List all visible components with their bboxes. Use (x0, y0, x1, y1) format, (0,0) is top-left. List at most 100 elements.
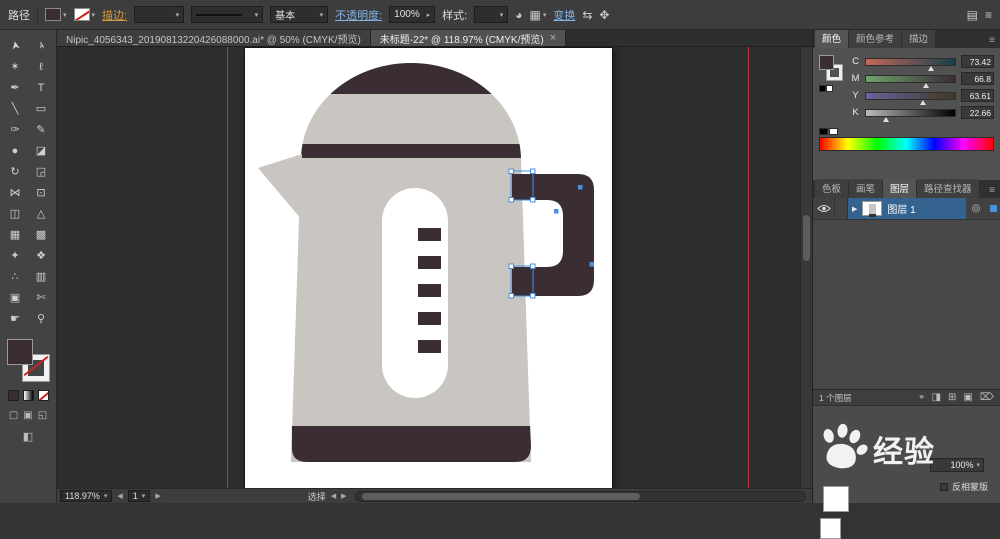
document-tab-1[interactable]: Nipic_4056343_20190813220426088000.ai* @… (57, 30, 371, 46)
color-fill-stroke-proxy[interactable] (819, 53, 845, 93)
black-value[interactable]: 22.66 (961, 106, 994, 119)
black-chip[interactable] (819, 128, 828, 135)
invert-mask-checkbox[interactable] (940, 483, 948, 491)
kettle-spout[interactable] (258, 154, 302, 220)
fill-color-control[interactable]: ▾ (45, 8, 67, 21)
rotate-tool[interactable]: ↻ (3, 161, 28, 182)
fill-proxy-swatch[interactable] (819, 55, 834, 70)
pen-tool[interactable]: ✒ (3, 77, 28, 98)
pencil-tool[interactable]: ✎ (29, 119, 54, 140)
bw-chips[interactable] (819, 85, 833, 92)
kettle-handle[interactable] (512, 174, 594, 296)
artboard[interactable] (245, 48, 612, 488)
eyedropper-tool[interactable]: ✦ (3, 245, 28, 266)
black-slider[interactable] (865, 109, 956, 117)
recolor-artwork-icon[interactable]: ◕ (515, 8, 522, 22)
slider-marker[interactable] (920, 100, 926, 105)
tab-layers[interactable]: 图层 (883, 179, 916, 198)
stroke-link[interactable]: 描边: (102, 7, 127, 23)
chevron-down-icon[interactable]: ▾ (320, 11, 324, 19)
gradient-tool[interactable]: ▩ (29, 224, 54, 245)
chevron-down-icon[interactable]: ▾ (104, 492, 108, 500)
zoom-tool[interactable]: ⚲ (29, 308, 54, 329)
slider-marker[interactable] (883, 117, 889, 122)
hand-tool[interactable]: ☛ (3, 308, 28, 329)
draw-inside-icon[interactable]: ◱ (38, 410, 47, 421)
screen-mode-icon[interactable]: ◧ (23, 430, 33, 443)
free-transform-tool[interactable]: ⊡ (29, 182, 54, 203)
scroll-right-icon[interactable]: ▶ (341, 492, 346, 500)
brush-definition-combo[interactable]: 基本 ▾ (270, 6, 328, 23)
mesh-tool[interactable]: ▦ (3, 224, 28, 245)
magenta-value[interactable]: 66.8 (961, 72, 994, 85)
object-thumbnail[interactable] (823, 486, 849, 512)
kettle-artwork[interactable] (245, 48, 612, 488)
horizontal-scrollbar-thumb[interactable] (362, 493, 641, 500)
chevron-down-icon[interactable]: ▾ (500, 11, 504, 19)
document-tab-2[interactable]: 未标题-22* @ 118.97% (CMYK/预览) × (371, 30, 566, 46)
opacity-link[interactable]: 不透明度: (335, 7, 382, 23)
fill-proxy-swatch[interactable] (7, 339, 33, 365)
canvas[interactable] (57, 47, 800, 488)
stroke-profile-combo[interactable]: ▾ (191, 6, 263, 23)
transform-link[interactable]: 变换 (553, 7, 575, 23)
draw-normal-icon[interactable]: ▢ (9, 410, 18, 421)
horizontal-scrollbar[interactable] (355, 491, 807, 502)
width-tool[interactable]: ⋈ (3, 182, 28, 203)
layer-selection-chip[interactable] (986, 198, 1000, 219)
layer-name[interactable]: 图层 1 (887, 201, 915, 216)
artboard-tool[interactable]: ▣ (3, 287, 28, 308)
tab-color[interactable]: 颜色 (815, 29, 848, 48)
kettle-lid-stripe[interactable] (285, 144, 537, 160)
new-sublayer-icon[interactable]: ⊞ (948, 392, 956, 403)
white-chip[interactable] (826, 85, 833, 92)
next-artboard-icon[interactable]: ▶ (155, 492, 160, 500)
slider-marker[interactable] (928, 66, 934, 71)
chevron-down-icon[interactable]: ▾ (142, 492, 146, 500)
direct-selection-tool[interactable]: ➢ (28, 31, 53, 59)
perspective-grid-tool[interactable]: △ (29, 203, 54, 224)
layer-row[interactable]: ▶ 图层 1 ◎ (813, 198, 1000, 220)
opacity-input[interactable]: 100% ▸ (389, 6, 435, 23)
style-combo[interactable]: ▾ (474, 6, 508, 23)
slider-marker[interactable] (923, 83, 929, 88)
cyan-value[interactable]: 73.42 (961, 55, 994, 68)
vertical-guide-left[interactable] (227, 47, 228, 488)
vertical-scrollbar-thumb[interactable] (803, 215, 810, 261)
chevron-down-icon[interactable]: ▾ (176, 11, 180, 19)
shape-builder-tool[interactable]: ◫ (3, 203, 28, 224)
chevron-down-icon[interactable]: ▾ (63, 11, 67, 19)
prev-artboard-icon[interactable]: ◀ (117, 492, 122, 500)
locate-object-icon[interactable]: ⌖ (919, 392, 925, 403)
layer-thumbnail[interactable] (862, 201, 882, 216)
magenta-slider[interactable] (865, 75, 956, 83)
color-button[interactable] (8, 390, 19, 401)
chevron-down-icon[interactable]: ▾ (92, 11, 96, 19)
scale-tool[interactable]: ◲ (29, 161, 54, 182)
tab-swatches[interactable]: 色板 (815, 179, 848, 198)
tab-stroke[interactable]: 描边 (902, 29, 935, 48)
workspace-menu-icon[interactable]: ≡ (985, 8, 992, 22)
panel-menu-icon[interactable]: ≡ (986, 35, 998, 48)
blend-tool[interactable]: ❖ (29, 245, 54, 266)
panel-menu-icon[interactable]: ≡ (986, 185, 998, 198)
stroke-weight-combo[interactable]: ▾ (134, 6, 184, 23)
artboard-nav-combo[interactable]: 1 ▾ (128, 490, 151, 502)
vertical-guide-right[interactable] (748, 47, 749, 488)
zoom-combo[interactable]: 118.97% ▾ (60, 490, 112, 502)
chevron-down-icon[interactable]: ▾ (976, 461, 980, 469)
lock-toggle[interactable] (835, 198, 848, 219)
visibility-toggle[interactable] (813, 198, 835, 219)
line-tool[interactable]: ╲ (3, 98, 28, 119)
kettle-lid-cap[interactable] (285, 56, 537, 94)
layer-target-icon[interactable]: ◎ (966, 198, 986, 219)
layer-name-cell[interactable]: ▶ 图层 1 (848, 198, 966, 219)
tab-color-guide[interactable]: 颜色参考 (849, 29, 901, 48)
paintbrush-tool[interactable]: ✑ (3, 119, 28, 140)
tab-brushes[interactable]: 画笔 (849, 179, 882, 198)
rectangle-tool[interactable]: ▭ (29, 98, 54, 119)
white-chip[interactable] (829, 128, 838, 135)
new-layer-icon[interactable]: ▣ (963, 392, 972, 403)
symbol-sprayer-tool[interactable]: ∴ (3, 266, 28, 287)
stroke-swatch[interactable] (74, 8, 90, 21)
